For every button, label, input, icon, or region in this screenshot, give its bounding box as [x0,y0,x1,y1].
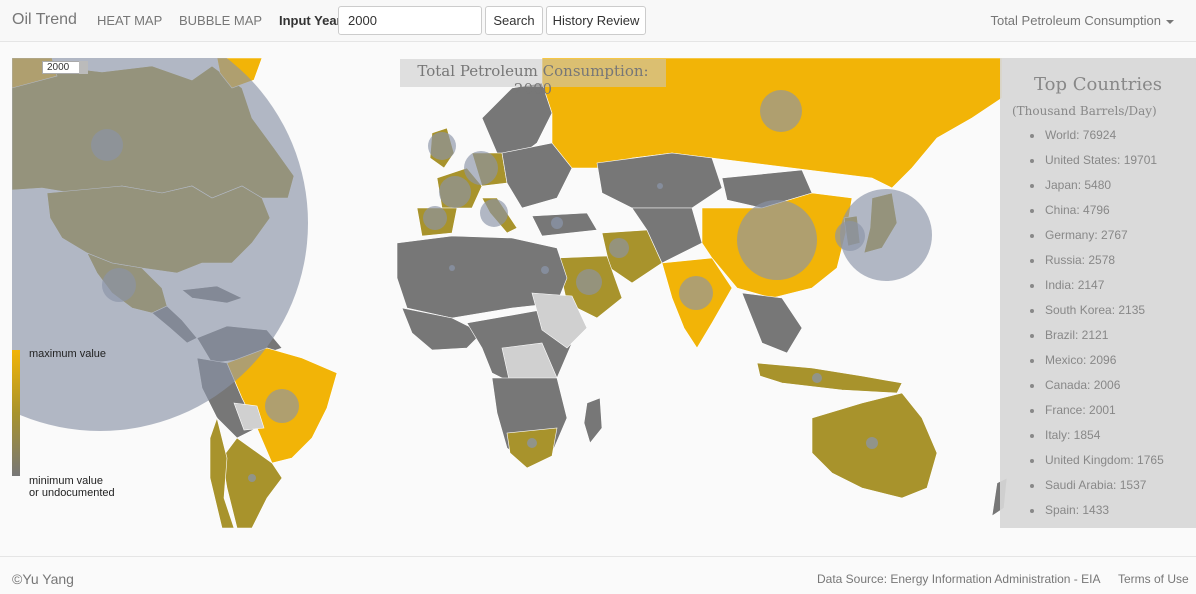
legend-gradient-bar [12,350,20,476]
top-country-item: Japan: 5480 [1030,178,1164,203]
top-country-item: United Kingdom: 1765 [1030,453,1164,478]
navbar: Oil Trend HEAT MAP BUBBLE MAP Input Year… [0,0,1196,42]
region-madagascar[interactable] [583,397,603,444]
bubble-algeria[interactable] [449,265,455,271]
input-year-label: Input Year [279,13,342,28]
bubble-indonesia[interactable] [812,373,822,383]
bubble-china[interactable] [737,200,817,280]
bubble-mexico[interactable] [102,268,136,302]
bubble-united-kingdom[interactable] [428,132,456,160]
bubble-kazakhstan[interactable] [657,183,663,189]
bubble-saudi-arabia[interactable] [576,269,602,295]
data-source: Data Source: Energy Information Administ… [817,572,1101,586]
bubble-spain[interactable] [423,206,447,230]
bubble-germany[interactable] [464,151,498,185]
top-country-item: World: 76924 [1030,128,1164,153]
bubble-south-korea[interactable] [835,221,865,251]
region-turkey[interactable] [531,212,598,237]
top-countries-panel: Top Countries (Thousand Barrels/Day) Wor… [1000,58,1196,528]
top-countries-unit: (Thousand Barrels/Day) [1012,104,1157,118]
top-country-item: China: 4796 [1030,203,1164,228]
top-country-item: Italy: 1854 [1030,428,1164,453]
history-review-button[interactable]: History Review [546,6,646,35]
caret-down-icon [1166,19,1174,24]
top-country-item: India: 2147 [1030,278,1164,303]
top-country-item: Saudi Arabia: 1537 [1030,478,1164,503]
bubble-brazil[interactable] [265,389,299,423]
search-button[interactable]: Search [485,6,543,35]
bubble-argentina[interactable] [248,474,256,482]
top-countries-list: World: 76924 United States: 19701 Japan:… [1030,128,1164,528]
top-country-item: United States: 19701 [1030,153,1164,178]
top-countries-title: Top Countries [1034,74,1162,95]
region-indonesia[interactable] [756,362,903,394]
top-country-item: Russia: 2578 [1030,253,1164,278]
top-country-item: Mexico: 2096 [1030,353,1164,378]
brand[interactable]: Oil Trend [12,11,77,29]
bubble-india[interactable] [679,276,713,310]
bubble-france[interactable] [439,176,471,208]
year-spinner-icon[interactable] [79,61,88,74]
bubble-italy[interactable] [480,199,508,227]
metric-dropdown-label: Total Petroleum Consumption [990,13,1161,28]
top-country-item: Spain: 1433 [1030,503,1164,528]
bubble-egypt[interactable] [541,266,549,274]
bubble-australia[interactable] [866,437,878,449]
nav-bubble-map[interactable]: BUBBLE MAP [179,13,262,28]
nav-heat-map[interactable]: HEAT MAP [97,13,162,28]
top-country-item: South Korea: 2135 [1030,303,1164,328]
bubble-canada[interactable] [91,129,123,161]
legend-min-label: minimum value or undocumented [29,475,115,499]
top-country-item: Brazil: 2121 [1030,328,1164,353]
year-input[interactable] [338,6,482,35]
footer: ©Yu Yang Data Source: Energy Information… [0,556,1196,594]
top-country-item: Canada: 2006 [1030,378,1164,403]
metric-dropdown[interactable]: Total Petroleum Consumption [990,13,1174,28]
legend-min-line-2: or undocumented [29,487,115,499]
bubble-turkey[interactable] [551,217,563,229]
bubble-iran[interactable] [609,238,629,258]
bubble-south-africa[interactable] [527,438,537,448]
region-southeast-asia[interactable] [741,292,803,354]
legend-min-line-1: minimum value [29,475,103,487]
top-country-item: Germany: 2767 [1030,228,1164,253]
bubble-russia[interactable] [760,90,802,132]
top-country-item: France: 2001 [1030,403,1164,428]
terms-of-use-link[interactable]: Terms of Use [1118,572,1189,586]
region-kazakhstan[interactable] [596,152,723,209]
copyright: ©Yu Yang [12,571,74,587]
legend-max-label: maximum value [29,348,107,360]
map-title: Total Petroleum Consumption: 2000 [400,59,666,98]
